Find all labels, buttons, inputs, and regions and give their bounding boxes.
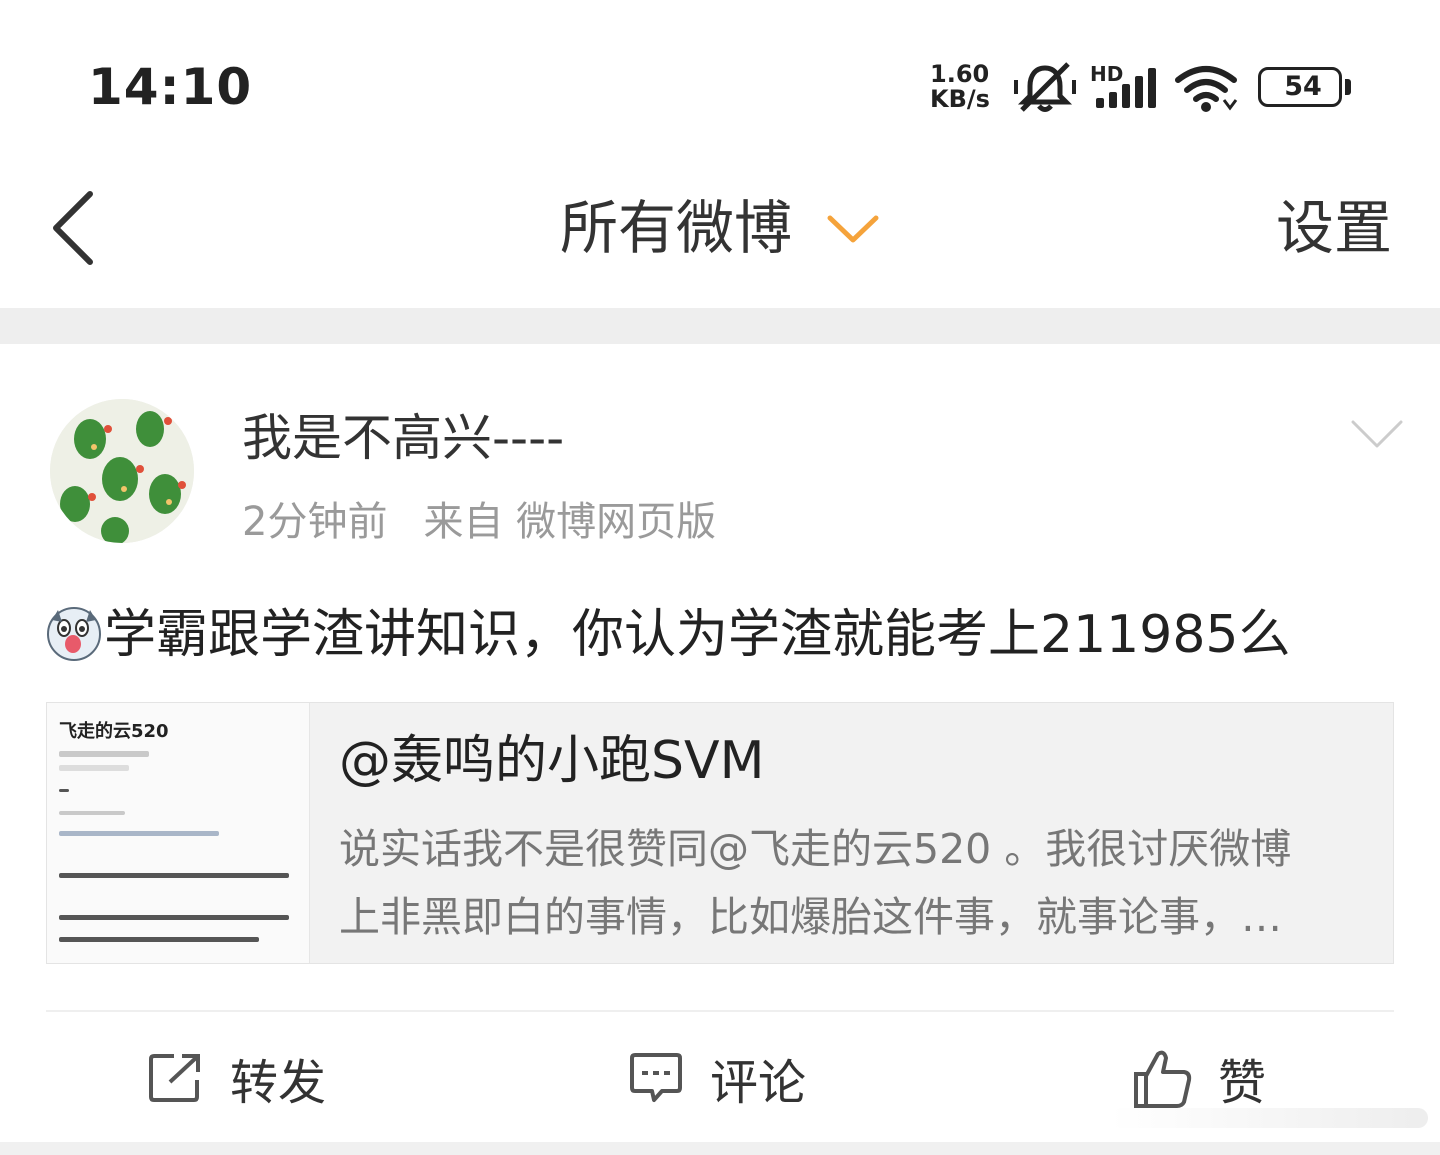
section-divider: [0, 308, 1440, 344]
wifi-icon: [1175, 66, 1238, 112]
comment-button[interactable]: 评论: [628, 1040, 806, 1116]
feed-filter-title[interactable]: 所有微博: [560, 190, 792, 266]
bottom-divider: [0, 1142, 1440, 1155]
post-meta: 2分钟前 来自 微博网页版: [242, 494, 716, 550]
watermark-overlay: [1110, 1108, 1428, 1128]
battery-level: 54: [1284, 71, 1322, 102]
repost-thumbnail[interactable]: 飞走的云520: [47, 703, 310, 963]
network-speed-value: 1.60: [930, 60, 990, 88]
post-username[interactable]: 我是不高兴----: [242, 404, 564, 472]
action-divider: [46, 1010, 1394, 1012]
thumbnail-title: 飞走的云520: [59, 721, 169, 742]
like-button[interactable]: 赞: [1132, 1040, 1266, 1116]
repost-label: 转发: [230, 1055, 327, 1111]
settings-button[interactable]: 设置: [1276, 190, 1392, 266]
mute-vibrate-icon: [1014, 62, 1076, 112]
repost-text-line: 上非黑即白的事情，比如爆胎这件事，就事论事，…: [339, 893, 1282, 941]
thumbnail-line: [59, 831, 219, 836]
battery-icon: 54: [1258, 67, 1342, 107]
post-text[interactable]: 学霸跟学渣讲知识，你认为学渣就能考上211985么: [104, 600, 1291, 670]
comment-label: 评论: [710, 1055, 807, 1111]
repost-text-line: 说实话我不是很赞同@飞走的云520 。我很讨厌微博: [339, 825, 1292, 873]
network-speed: 1.60 KB/s: [930, 62, 1002, 112]
back-icon[interactable]: [48, 190, 100, 266]
status-time: 14:10: [88, 58, 253, 116]
battery-tip: [1345, 79, 1351, 95]
thumbnail-line: [59, 811, 125, 815]
repost-card[interactable]: 飞走的云520 @轰鸣的小跑SVM 说实话我不是很赞同@飞走的云520 。我很讨…: [46, 702, 1394, 964]
thumbnail-line: [59, 873, 289, 878]
thumbs-up-icon: [1134, 1050, 1192, 1108]
signal-icon: [1096, 68, 1156, 108]
comment-icon: [630, 1053, 682, 1102]
status-bar: 14:10 1.60 KB/s HD 54: [0, 0, 1440, 160]
repost-button[interactable]: 转发: [148, 1040, 326, 1116]
network-speed-unit: KB/s: [930, 85, 990, 113]
share-icon: [149, 1054, 200, 1102]
avatar-pattern-icon: [50, 399, 194, 543]
like-label: 赞: [1218, 1055, 1267, 1111]
avatar[interactable]: [50, 399, 194, 543]
thumbnail-line: [59, 937, 259, 942]
post-source: 来自 微博网页版: [423, 499, 717, 545]
more-options-chevron-icon[interactable]: [1350, 418, 1404, 450]
thumbnail-line: [59, 915, 289, 920]
thumbnail-line: [59, 789, 69, 792]
thumbnail-line: [59, 765, 129, 771]
thumbnail-line: [59, 751, 149, 757]
repost-text: 说实话我不是很赞同@飞走的云520 。我很讨厌微博 上非黑即白的事情，比如爆胎这…: [339, 815, 1379, 951]
chevron-down-icon[interactable]: [826, 210, 880, 246]
repost-author[interactable]: @轰鸣的小跑SVM: [339, 725, 764, 797]
dog-emoji-icon: [47, 607, 101, 661]
post-time: 2分钟前: [242, 499, 388, 545]
